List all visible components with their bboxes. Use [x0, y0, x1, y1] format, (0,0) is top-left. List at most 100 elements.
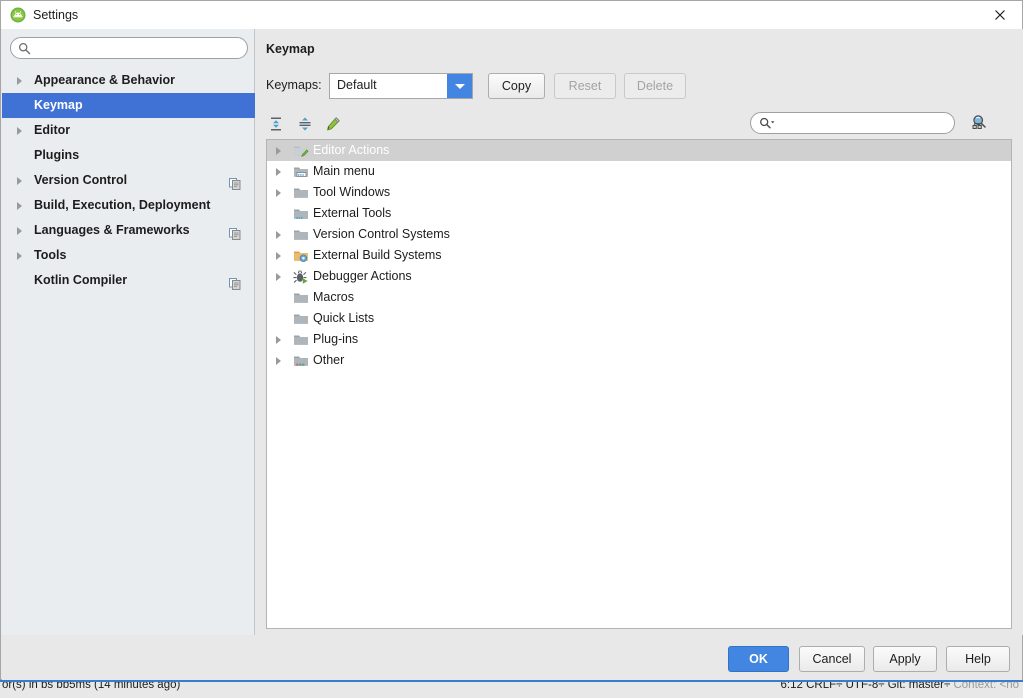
settings-category-list: Appearance & Behavior Keymap Editor Plug… [2, 68, 255, 293]
page-title: Keymap [266, 42, 315, 56]
sidebar-search-box[interactable] [10, 37, 248, 59]
find-by-shortcut-icon[interactable] [968, 112, 990, 134]
tree-row-label: External Tools [313, 206, 392, 220]
chevron-right-icon[interactable] [276, 168, 281, 176]
chevron-right-icon[interactable] [276, 231, 281, 239]
sidebar-item-label: Appearance & Behavior [34, 73, 176, 87]
folder-icon [293, 290, 309, 306]
status-bar-indicators[interactable]: 6:12 CRLF÷ UTF-8÷ Git: master÷ [781, 682, 951, 691]
folder-editor-icon [293, 143, 309, 159]
keymap-tree-toolbar [266, 111, 1012, 137]
tree-row-label: Quick Lists [313, 311, 375, 325]
tree-row-label: External Build Systems [313, 248, 442, 262]
status-bar-left-text: or(s) in bs bb5ms (14 minutes ago) [2, 680, 181, 691]
tree-row[interactable]: Debugger Actions [267, 266, 1011, 287]
tree-row[interactable]: External Build Systems [267, 245, 1011, 266]
tree-row[interactable]: Macros [267, 287, 1011, 308]
folder-menu-icon [293, 164, 309, 180]
sidebar-item-label: Tools [34, 248, 67, 262]
copy-keymap-button[interactable]: Copy [488, 73, 545, 99]
sidebar-item-version-control[interactable]: Version Control [2, 168, 255, 193]
title-bar: Settings [1, 1, 1022, 29]
sidebar-item-label: Version Control [34, 173, 128, 187]
chevron-right-icon[interactable] [17, 177, 22, 185]
tree-row-label: Editor Actions [313, 143, 390, 157]
tree-row-label: Main menu [313, 164, 375, 178]
folder-tools-icon [293, 206, 309, 222]
tree-row[interactable]: Main menu [267, 161, 1011, 182]
help-button[interactable]: Help [946, 646, 1010, 672]
folder-icon [293, 332, 309, 348]
status-bar-context[interactable]: Context: <no [953, 682, 1019, 691]
tree-row[interactable]: External Tools [267, 203, 1011, 224]
tree-row-label: Tool Windows [313, 185, 391, 199]
folder-icon [293, 185, 309, 201]
chevron-right-icon[interactable] [17, 127, 22, 135]
tree-row-label: Macros [313, 290, 354, 304]
sidebar-item-build-execution-deployment[interactable]: Build, Execution, Deployment [2, 193, 255, 218]
ok-button[interactable]: OK [728, 646, 789, 672]
tree-row[interactable]: Other [267, 350, 1011, 371]
cancel-button[interactable]: Cancel [799, 646, 865, 672]
chevron-right-icon[interactable] [17, 227, 22, 235]
tree-row[interactable]: Plug-ins [267, 329, 1011, 350]
sidebar-item-label: Build, Execution, Deployment [34, 198, 211, 212]
search-dropdown-icon[interactable] [759, 117, 776, 133]
folder-build-icon [293, 248, 309, 264]
close-icon[interactable] [977, 1, 1022, 29]
chevron-right-icon[interactable] [17, 252, 22, 260]
collapse-all-icon[interactable] [295, 114, 315, 134]
tree-row[interactable]: Version Control Systems [267, 224, 1011, 245]
tree-row-label: Debugger Actions [313, 269, 412, 283]
sidebar-item-plugins[interactable]: Plugins [2, 143, 255, 168]
folder-icon [293, 311, 309, 327]
sidebar-item-label: Languages & Frameworks [34, 223, 190, 237]
delete-keymap-button: Delete [624, 73, 686, 99]
chevron-right-icon[interactable] [276, 273, 281, 281]
keymap-select-value: Default [337, 78, 377, 92]
sidebar-item-kotlin-compiler[interactable]: Kotlin Compiler [2, 268, 255, 293]
settings-sidebar: Appearance & Behavior Keymap Editor Plug… [2, 29, 255, 635]
chevron-right-icon[interactable] [276, 252, 281, 260]
sidebar-search-input[interactable] [37, 40, 237, 56]
tree-row-label: Plug-ins [313, 332, 359, 346]
tree-row-label: Other [313, 353, 345, 367]
sidebar-item-editor[interactable]: Editor [2, 118, 255, 143]
android-studio-icon [10, 7, 26, 23]
sidebar-item-tools[interactable]: Tools [2, 243, 255, 268]
sidebar-item-keymap[interactable]: Keymap [2, 93, 255, 118]
apply-button[interactable]: Apply [873, 646, 937, 672]
ide-status-bar: or(s) in bs bb5ms (14 minutes ago) 6:12 … [0, 680, 1023, 698]
chevron-right-icon[interactable] [276, 336, 281, 344]
edit-pencil-icon[interactable] [323, 114, 343, 134]
sidebar-item-appearance-behavior[interactable]: Appearance & Behavior [2, 68, 255, 93]
status-bar-right-text: 6:12 CRLF÷ UTF-8÷ Git: master÷ Context: … [781, 682, 1019, 691]
chevron-right-icon[interactable] [276, 357, 281, 365]
folder-icon [293, 227, 309, 243]
sidebar-item-label: Plugins [34, 148, 80, 162]
settings-dialog: Settings Appearance & Behavior Keymap Ed… [0, 0, 1023, 680]
dialog-footer: OK Cancel Apply Help [2, 635, 1022, 680]
tree-row-label: Version Control Systems [313, 227, 450, 241]
tree-row[interactable]: Editor Actions [267, 140, 1011, 161]
expand-all-icon[interactable] [266, 114, 286, 134]
search-icon [18, 42, 31, 58]
keymap-settings-pane: Keymap Keymaps: Default Copy Reset Delet… [255, 29, 1023, 635]
debugger-bug-icon [293, 269, 309, 285]
shortcut-search-box[interactable] [750, 112, 955, 134]
folder-other-icon [293, 353, 309, 369]
reset-keymap-button: Reset [554, 73, 616, 99]
chevron-right-icon[interactable] [276, 147, 281, 155]
chevron-right-icon[interactable] [17, 77, 22, 85]
project-settings-icon [229, 274, 241, 299]
sidebar-item-languages-frameworks[interactable]: Languages & Frameworks [2, 218, 255, 243]
chevron-right-icon[interactable] [17, 202, 22, 210]
tree-row[interactable]: Tool Windows [267, 182, 1011, 203]
keymap-actions-tree[interactable]: Editor Actions Main menu Tool Windows Ex… [266, 139, 1012, 629]
tree-row[interactable]: Quick Lists [267, 308, 1011, 329]
sidebar-item-label: Editor [34, 123, 71, 137]
keymap-select[interactable]: Default [329, 73, 473, 99]
chevron-down-icon[interactable] [447, 74, 472, 98]
shortcut-search-input[interactable] [781, 115, 946, 131]
chevron-right-icon[interactable] [276, 189, 281, 197]
